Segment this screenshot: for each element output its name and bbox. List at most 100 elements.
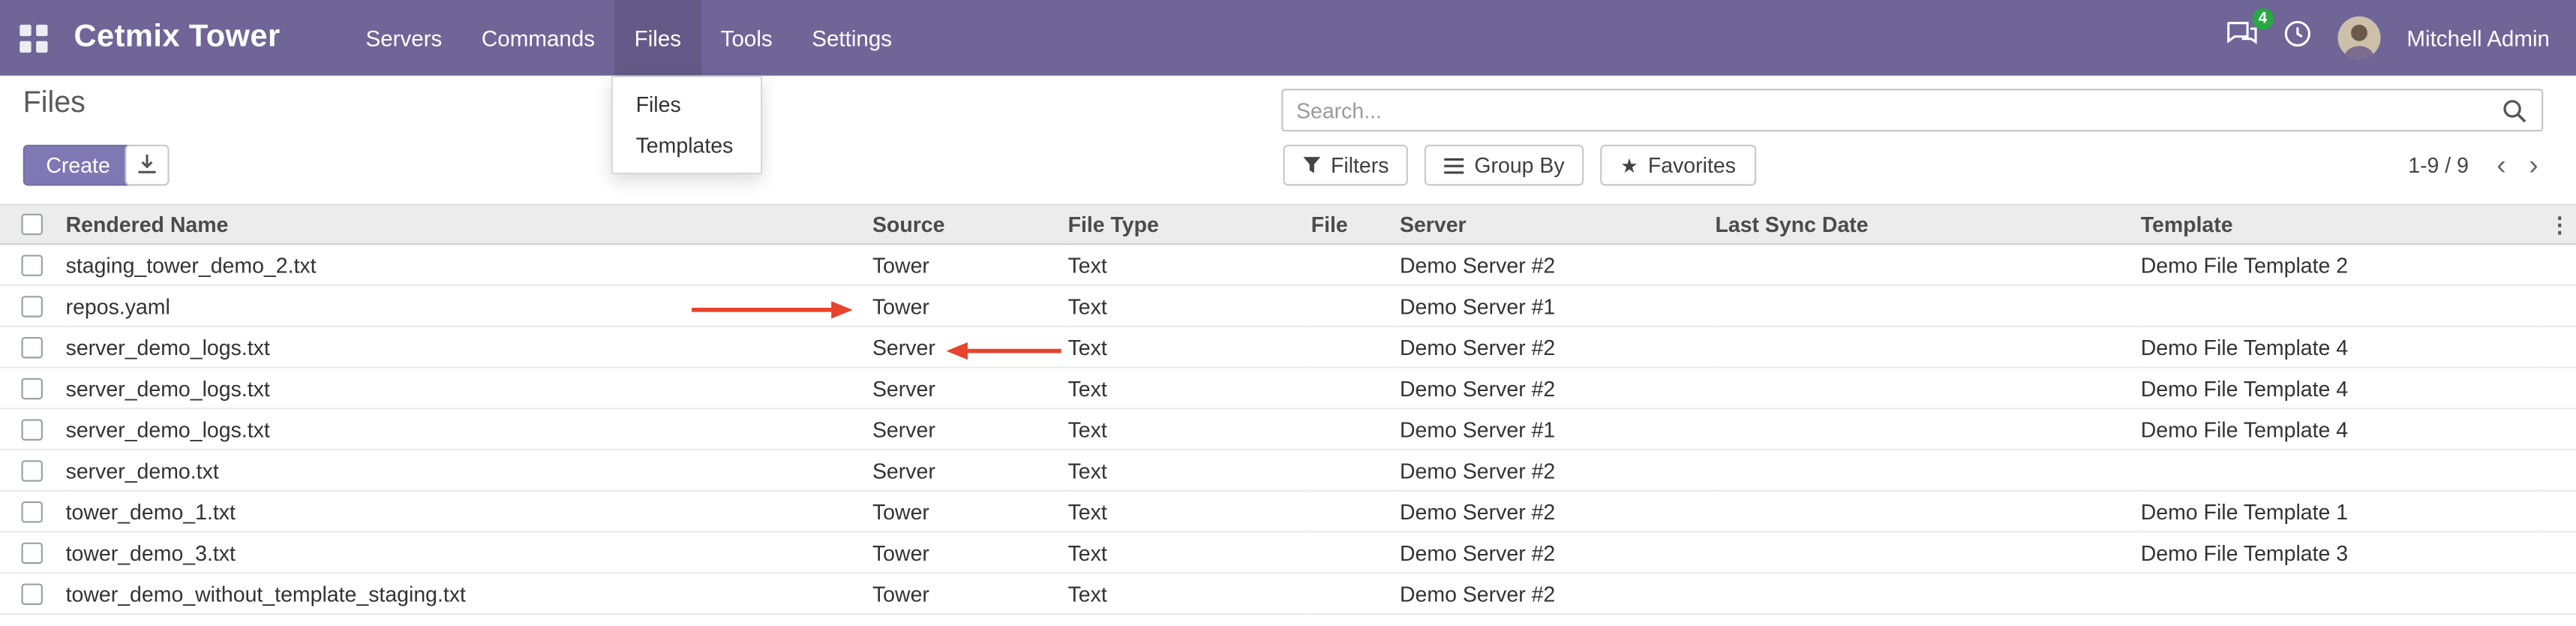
cell-source[interactable]: Server — [872, 408, 1068, 450]
select-all-checkbox[interactable] — [21, 214, 42, 235]
cell-source[interactable]: Server — [872, 450, 1068, 491]
user-avatar[interactable] — [2337, 17, 2380, 59]
cell-file[interactable] — [1311, 285, 1400, 327]
cell-last-sync-date[interactable] — [1715, 367, 2140, 408]
table-row[interactable]: server_demo_logs.txt Server Text Demo Se… — [0, 327, 2576, 368]
row-checkbox[interactable] — [21, 542, 42, 563]
favorites-button[interactable]: ★ Favorites — [1601, 145, 1755, 186]
cell-source[interactable]: Tower — [872, 531, 1068, 573]
cell-file[interactable] — [1311, 491, 1400, 532]
messages-button[interactable]: 4 — [2226, 20, 2257, 56]
cell-file-type[interactable]: Text — [1068, 244, 1311, 285]
row-checkbox[interactable] — [21, 295, 42, 316]
cell-last-sync-date[interactable] — [1715, 531, 2140, 573]
cell-server[interactable]: Demo Server #2 — [1400, 244, 1715, 285]
cell-file[interactable] — [1311, 244, 1400, 285]
cell-server[interactable]: Demo Server #1 — [1400, 285, 1715, 327]
column-file[interactable]: File — [1311, 205, 1400, 245]
table-row[interactable]: server_demo_logs.txt Server Text Demo Se… — [0, 367, 2576, 408]
row-checkbox[interactable] — [21, 378, 42, 399]
cell-template[interactable] — [2141, 450, 2544, 491]
cell-file-type[interactable]: Text — [1068, 367, 1311, 408]
search-input[interactable] — [1283, 98, 2487, 122]
group-by-button[interactable]: Group By — [1425, 145, 1584, 186]
cell-server[interactable]: Demo Server #1 — [1400, 408, 1715, 450]
row-checkbox[interactable] — [21, 418, 42, 439]
activity-button[interactable] — [2283, 20, 2311, 56]
export-button[interactable] — [125, 145, 169, 186]
cell-rendered-name[interactable]: repos.yaml — [66, 285, 872, 327]
column-last-sync-date[interactable]: Last Sync Date — [1715, 205, 2140, 245]
create-button[interactable]: Create — [23, 145, 134, 186]
row-checkbox[interactable] — [21, 501, 42, 522]
cell-file[interactable] — [1311, 327, 1400, 368]
pager-next-button[interactable]: › — [2517, 151, 2550, 179]
row-checkbox[interactable] — [21, 459, 42, 480]
menu-commands[interactable]: Commands — [462, 0, 615, 76]
cell-template[interactable] — [2141, 573, 2544, 614]
column-server[interactable]: Server — [1400, 205, 1715, 245]
menu-servers[interactable]: Servers — [346, 0, 461, 76]
cell-server[interactable]: Demo Server #2 — [1400, 450, 1715, 491]
cell-rendered-name[interactable]: server_demo_logs.txt — [66, 408, 872, 450]
menu-settings[interactable]: Settings — [792, 0, 911, 76]
cell-server[interactable]: Demo Server #2 — [1400, 491, 1715, 532]
app-brand[interactable]: Cetmix Tower — [74, 20, 281, 56]
row-checkbox[interactable] — [21, 254, 42, 275]
cell-file[interactable] — [1311, 367, 1400, 408]
cell-template[interactable]: Demo File Template 4 — [2141, 367, 2544, 408]
cell-last-sync-date[interactable] — [1715, 408, 2140, 450]
table-row[interactable]: server_demo_logs.txt Server Text Demo Se… — [0, 408, 2576, 450]
cell-file-type[interactable]: Text — [1068, 408, 1311, 450]
cell-template[interactable] — [2141, 285, 2544, 327]
cell-last-sync-date[interactable] — [1715, 450, 2140, 491]
row-checkbox[interactable] — [21, 582, 42, 603]
cell-last-sync-date[interactable] — [1715, 244, 2140, 285]
cell-last-sync-date[interactable] — [1715, 573, 2140, 614]
cell-server[interactable]: Demo Server #2 — [1400, 327, 1715, 368]
menu-tools[interactable]: Tools — [701, 0, 792, 76]
cell-rendered-name[interactable]: server_demo.txt — [66, 450, 872, 491]
column-options-icon[interactable]: ⋮ — [2549, 212, 2570, 237]
filters-button[interactable]: Filters — [1283, 145, 1408, 186]
cell-rendered-name[interactable]: staging_tower_demo_2.txt — [66, 244, 872, 285]
cell-last-sync-date[interactable] — [1715, 285, 2140, 327]
cell-template[interactable]: Demo File Template 2 — [2141, 244, 2544, 285]
column-source[interactable]: Source — [872, 205, 1068, 245]
dropdown-item-files[interactable]: Files — [613, 84, 761, 125]
cell-file[interactable] — [1311, 450, 1400, 491]
cell-rendered-name[interactable]: tower_demo_1.txt — [66, 491, 872, 532]
cell-template[interactable]: Demo File Template 4 — [2141, 408, 2544, 450]
table-row[interactable]: tower_demo_without_template_staging.txt … — [0, 573, 2576, 614]
cell-template[interactable]: Demo File Template 3 — [2141, 531, 2544, 573]
row-checkbox[interactable] — [21, 336, 42, 357]
user-name[interactable]: Mitchell Admin — [2406, 26, 2550, 50]
apps-grid-icon[interactable] — [20, 24, 47, 52]
cell-server[interactable]: Demo Server #2 — [1400, 573, 1715, 614]
column-rendered-name[interactable]: Rendered Name — [66, 205, 872, 245]
cell-file[interactable] — [1311, 573, 1400, 614]
cell-source[interactable]: Tower — [872, 491, 1068, 532]
cell-source[interactable]: Server — [872, 327, 1068, 368]
table-row[interactable]: staging_tower_demo_2.txt Tower Text Demo… — [0, 244, 2576, 285]
cell-rendered-name[interactable]: tower_demo_without_template_staging.txt — [66, 573, 872, 614]
search-icon[interactable] — [2487, 98, 2541, 122]
cell-rendered-name[interactable]: server_demo_logs.txt — [66, 327, 872, 368]
cell-rendered-name[interactable]: server_demo_logs.txt — [66, 367, 872, 408]
cell-rendered-name[interactable]: tower_demo_3.txt — [66, 531, 872, 573]
menu-files[interactable]: Files — [614, 0, 701, 76]
cell-file-type[interactable]: Text — [1068, 285, 1311, 327]
cell-source[interactable]: Tower — [872, 244, 1068, 285]
table-row[interactable]: server_demo.txt Server Text Demo Server … — [0, 450, 2576, 491]
cell-file-type[interactable]: Text — [1068, 450, 1311, 491]
cell-last-sync-date[interactable] — [1715, 327, 2140, 368]
cell-file-type[interactable]: Text — [1068, 531, 1311, 573]
column-file-type[interactable]: File Type — [1068, 205, 1311, 245]
cell-template[interactable]: Demo File Template 1 — [2141, 491, 2544, 532]
table-row[interactable]: repos.yaml Tower Text Demo Server #1 — [0, 285, 2576, 327]
cell-file-type[interactable]: Text — [1068, 573, 1311, 614]
cell-source[interactable]: Tower — [872, 573, 1068, 614]
cell-file[interactable] — [1311, 531, 1400, 573]
cell-template[interactable]: Demo File Template 4 — [2141, 327, 2544, 368]
column-template[interactable]: Template — [2141, 205, 2544, 245]
